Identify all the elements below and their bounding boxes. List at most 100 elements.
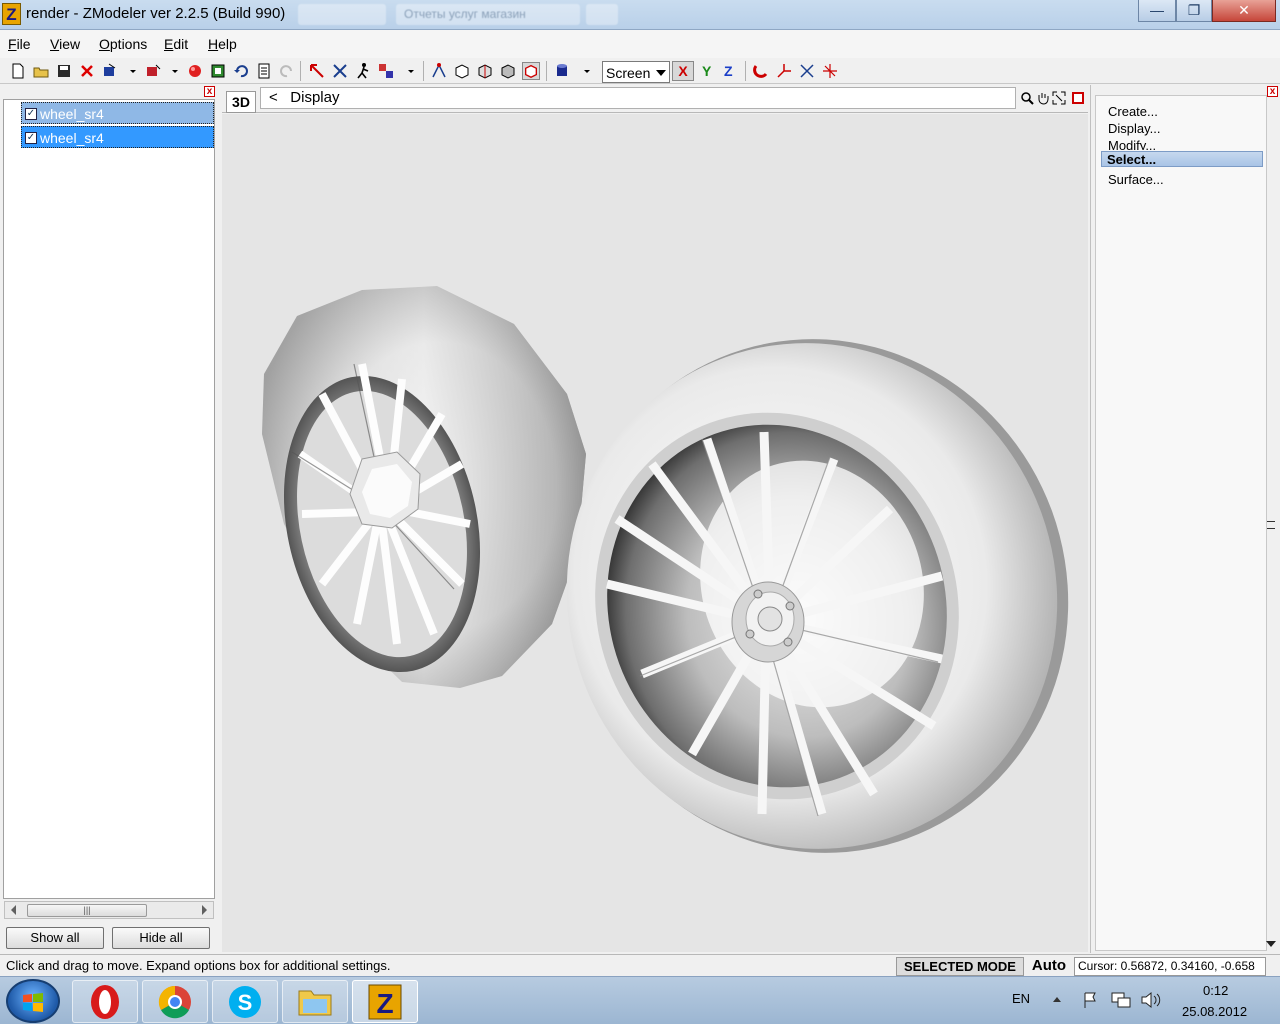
zoom-icon[interactable] bbox=[1020, 91, 1034, 105]
tree-item-wheel-2[interactable]: ✓ wheel_sr4 bbox=[21, 126, 214, 148]
command-surface[interactable]: Surface... bbox=[1108, 172, 1164, 187]
delete-icon[interactable] bbox=[78, 62, 96, 80]
wheels-render bbox=[262, 286, 1069, 853]
menu-view[interactable]: View bbox=[50, 36, 80, 52]
axis-gizmo-icon[interactable] bbox=[775, 62, 793, 80]
axis-x-toggle[interactable]: X bbox=[672, 61, 694, 81]
auto-indicator[interactable]: Auto bbox=[1026, 957, 1072, 976]
tree-item-label: wheel_sr4 bbox=[40, 106, 104, 122]
skype-icon: S bbox=[229, 986, 261, 1018]
move-icon[interactable] bbox=[331, 62, 349, 80]
command-create[interactable]: Create... bbox=[1108, 104, 1158, 119]
paint-bucket-icon[interactable] bbox=[553, 62, 571, 80]
scroll-thumb[interactable]: ||| bbox=[27, 904, 147, 917]
tree-item-label: wheel_sr4 bbox=[40, 130, 104, 146]
zmodeler-app-icon[interactable]: Z bbox=[2, 3, 21, 25]
minimize-button[interactable]: — bbox=[1138, 0, 1176, 22]
menu-edit[interactable]: Edit bbox=[164, 36, 188, 52]
show-all-button[interactable]: Show all bbox=[6, 927, 104, 949]
hide-all-button[interactable]: Hide all bbox=[112, 927, 210, 949]
axis-y-toggle[interactable]: Y bbox=[702, 63, 711, 79]
command-modify[interactable]: Modify... bbox=[1108, 138, 1156, 150]
background-window-tab bbox=[298, 4, 386, 25]
import-icon[interactable] bbox=[101, 62, 119, 80]
menu-options[interactable]: Options bbox=[99, 36, 147, 52]
axis-z-toggle[interactable]: Z bbox=[724, 63, 733, 79]
network-icon[interactable] bbox=[1110, 991, 1132, 1009]
display-breadcrumb[interactable]: < Display bbox=[260, 87, 1016, 109]
tree-item-wheel-1[interactable]: ✓ wheel_sr4 bbox=[21, 102, 214, 124]
menu-help[interactable]: Help bbox=[208, 36, 237, 52]
properties-icon[interactable] bbox=[255, 62, 273, 80]
viewport-header: 3D < Display bbox=[222, 85, 1088, 113]
scroll-left-icon[interactable] bbox=[11, 905, 16, 915]
export-dropdown-icon[interactable] bbox=[166, 62, 184, 80]
windows-logo-icon bbox=[23, 993, 43, 1012]
visibility-checkbox[interactable]: ✓ bbox=[25, 132, 37, 144]
selected-mode-indicator[interactable]: SELECTED MODE bbox=[896, 957, 1024, 976]
maximize-button[interactable]: ❐ bbox=[1176, 0, 1212, 22]
magnet-icon[interactable] bbox=[752, 62, 770, 80]
close-button[interactable]: ✕ bbox=[1212, 0, 1276, 22]
taskbar-opera[interactable] bbox=[72, 980, 138, 1023]
nav-back-button[interactable]: < bbox=[269, 89, 278, 106]
menu-bar: File View Options Edit Help bbox=[0, 30, 1280, 58]
render-sphere-icon[interactable] bbox=[186, 62, 204, 80]
command-select[interactable]: Select... bbox=[1101, 151, 1263, 167]
redo-icon[interactable] bbox=[278, 62, 296, 80]
clock-time[interactable]: 0:12 bbox=[1203, 983, 1228, 998]
3d-viewport[interactable] bbox=[222, 114, 1088, 952]
explorer-icon bbox=[298, 990, 332, 1016]
vertex-mode-icon[interactable] bbox=[430, 62, 448, 80]
objects-panel-close-icon[interactable]: x bbox=[204, 86, 215, 97]
coordinate-system-select[interactable]: Screen bbox=[602, 61, 670, 83]
texture-icon[interactable] bbox=[209, 62, 227, 80]
maximize-viewport-icon[interactable] bbox=[1072, 92, 1084, 104]
new-file-icon[interactable] bbox=[9, 62, 27, 80]
toolbar-separator bbox=[300, 61, 301, 81]
polygon-mode-icon[interactable] bbox=[499, 62, 517, 80]
selected-mode-icon[interactable] bbox=[522, 62, 540, 80]
open-folder-icon[interactable] bbox=[32, 62, 50, 80]
svg-text:S: S bbox=[238, 990, 253, 1015]
scale-icon[interactable] bbox=[798, 62, 816, 80]
export-icon[interactable] bbox=[144, 62, 162, 80]
window-title: render - ZModeler ver 2.2.5 (Build 990) bbox=[26, 5, 286, 22]
wheel-left bbox=[262, 286, 586, 688]
pan-hand-icon[interactable] bbox=[1036, 91, 1050, 105]
taskbar-chrome[interactable] bbox=[142, 980, 208, 1023]
start-button[interactable] bbox=[6, 979, 60, 1023]
walk-icon[interactable] bbox=[354, 62, 372, 80]
taskbar-zmodeler[interactable]: Z bbox=[352, 980, 418, 1023]
action-center-flag-icon[interactable] bbox=[1082, 991, 1100, 1009]
scroll-right-icon[interactable] bbox=[202, 905, 207, 915]
viewport-mode-button[interactable]: 3D bbox=[226, 91, 256, 113]
clock-date[interactable]: 25.08.2012 bbox=[1182, 1004, 1247, 1019]
command-display[interactable]: Display... bbox=[1108, 121, 1161, 136]
toolbar: Screen X Y Z bbox=[0, 58, 1280, 84]
group-icon[interactable] bbox=[377, 62, 395, 80]
command-list: Create... Display... Modify... Select...… bbox=[1095, 95, 1267, 951]
panel-scroll-grip-icon[interactable] bbox=[1267, 521, 1275, 529]
volume-icon[interactable] bbox=[1140, 991, 1162, 1009]
show-hidden-icons-icon[interactable] bbox=[1052, 995, 1062, 1003]
objects-horizontal-scrollbar[interactable]: ||| bbox=[4, 901, 214, 919]
language-indicator[interactable]: EN bbox=[1012, 991, 1030, 1006]
paint-dropdown-icon[interactable] bbox=[578, 62, 596, 80]
select-vertex-icon[interactable] bbox=[308, 62, 326, 80]
visibility-checkbox[interactable]: ✓ bbox=[25, 108, 37, 120]
objects-tree: ✓ wheel_sr4 ✓ wheel_sr4 bbox=[3, 99, 215, 899]
undo-icon[interactable] bbox=[232, 62, 250, 80]
rotate-icon[interactable] bbox=[821, 62, 839, 80]
object-mode-icon[interactable] bbox=[453, 62, 471, 80]
command-panel-close-icon[interactable]: x bbox=[1267, 86, 1278, 97]
save-icon[interactable] bbox=[55, 62, 73, 80]
panel-scroll-down-icon[interactable] bbox=[1266, 941, 1276, 947]
fit-view-icon[interactable] bbox=[1052, 91, 1066, 105]
face-mode-icon[interactable] bbox=[476, 62, 494, 80]
taskbar-skype[interactable]: S bbox=[212, 980, 278, 1023]
taskbar-explorer[interactable] bbox=[282, 980, 348, 1023]
group-dropdown-icon[interactable] bbox=[402, 62, 420, 80]
menu-file[interactable]: File bbox=[8, 36, 31, 52]
import-dropdown-icon[interactable] bbox=[124, 62, 142, 80]
